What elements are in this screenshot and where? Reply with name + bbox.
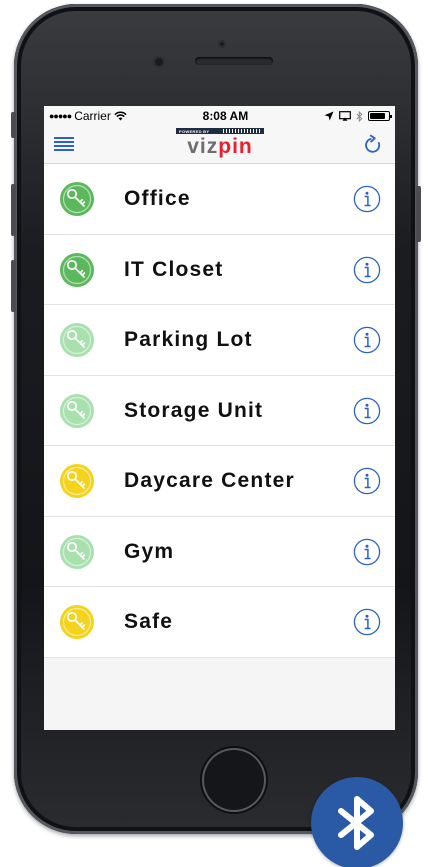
battery-level: [370, 113, 385, 119]
lock-row[interactable]: Office: [44, 164, 395, 235]
info-icon[interactable]: [353, 185, 381, 213]
key-status-icon: [60, 182, 94, 216]
logo-tagline: POWERED BY: [179, 128, 210, 134]
info-icon[interactable]: [353, 467, 381, 495]
lock-row[interactable]: Gym: [44, 516, 395, 587]
lock-name: Office: [124, 187, 191, 210]
status-bar: ●●●●● Carrier 8:08 AM: [44, 106, 395, 126]
logo-viz: viz: [187, 135, 219, 158]
key-status-icon: [60, 605, 94, 639]
screen-mirroring-icon: [339, 111, 351, 121]
key-status-icon: [60, 252, 94, 287]
info-icon[interactable]: [353, 538, 381, 566]
lock-list: Office IT Closet Parking Lot Storage Unit Da…: [44, 164, 395, 658]
volume-up-button: [11, 184, 16, 236]
logo-stripes: [223, 129, 261, 133]
wifi-icon: [114, 111, 127, 121]
bluetooth-icon: [338, 796, 374, 850]
earpiece-speaker: [195, 57, 273, 65]
bluetooth-status-icon: [356, 110, 363, 122]
app-screen: ●●●●● Carrier 8:08 AM POWERED BY vizpin …: [44, 106, 395, 730]
bluetooth-badge: [311, 777, 403, 867]
key-status-icon: [60, 393, 94, 428]
lock-row[interactable]: Daycare Center: [44, 446, 395, 517]
hamburger-menu-icon[interactable]: [54, 137, 74, 153]
power-button: [416, 186, 421, 242]
lock-row[interactable]: Storage Unit: [44, 375, 395, 446]
front-camera: [218, 40, 226, 48]
info-icon[interactable]: [353, 256, 381, 284]
navigation-bar: POWERED BY vizpin: [44, 126, 395, 164]
lock-name: Safe: [124, 610, 174, 633]
logo-pin: pin: [218, 135, 253, 158]
info-icon[interactable]: [353, 397, 381, 425]
key-status-icon: [60, 464, 94, 498]
lock-name: IT Closet: [124, 257, 224, 281]
signal-strength: ●●●●●: [49, 111, 72, 121]
key-status-icon: [60, 323, 94, 357]
carrier-label: Carrier: [74, 109, 111, 123]
lock-row[interactable]: Parking Lot: [44, 305, 395, 376]
refresh-icon[interactable]: [361, 133, 385, 157]
lock-name: Parking Lot: [124, 328, 253, 351]
clock: 8:08 AM: [202, 109, 249, 123]
lock-row[interactable]: IT Closet: [44, 234, 395, 305]
proximity-sensor: [153, 56, 165, 68]
lock-name: Storage Unit: [124, 398, 264, 422]
volume-down-button: [11, 260, 16, 312]
lock-name: Gym: [124, 539, 175, 563]
location-arrow-icon: [324, 111, 334, 121]
lock-row[interactable]: Safe: [44, 587, 395, 658]
key-status-icon: [60, 534, 94, 569]
lock-name: Daycare Center: [124, 469, 295, 492]
mute-switch: [11, 112, 16, 138]
battery-icon: [368, 111, 392, 121]
info-icon[interactable]: [353, 608, 381, 636]
info-icon[interactable]: [353, 326, 381, 354]
vizpin-logo: POWERED BY vizpin: [172, 128, 268, 162]
home-button[interactable]: [202, 748, 266, 812]
